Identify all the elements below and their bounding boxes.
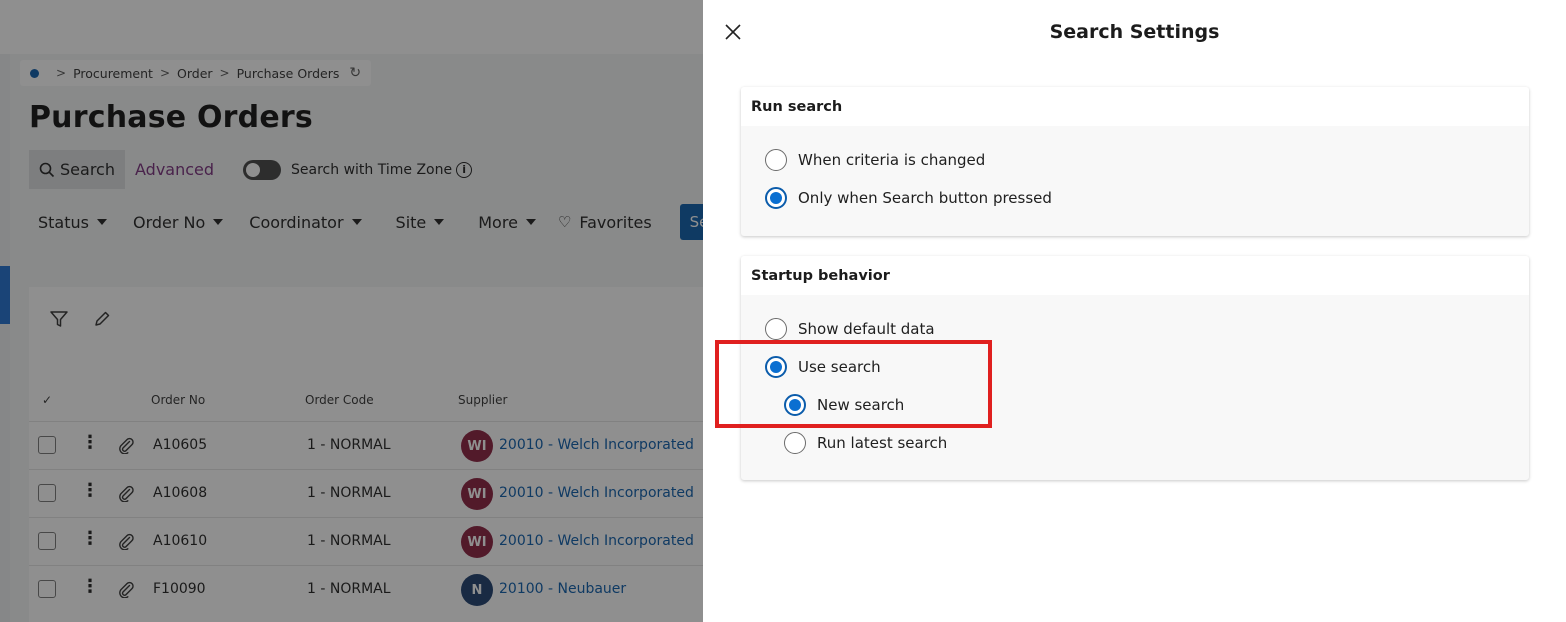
radio-label: Run latest search bbox=[817, 434, 948, 452]
run-search-section: Run search When criteria is changed Only… bbox=[741, 87, 1529, 236]
radio-label: When criteria is changed bbox=[798, 151, 986, 169]
modal-backdrop[interactable] bbox=[0, 0, 703, 622]
dialog-title: Search Settings bbox=[703, 21, 1566, 43]
startup-behavior-heading: Startup behavior bbox=[741, 256, 1529, 295]
radio-label: Use search bbox=[798, 358, 881, 376]
radio-only-search-pressed[interactable]: Only when Search button pressed bbox=[765, 187, 1052, 209]
search-settings-panel: Search Settings Run search When criteria… bbox=[703, 0, 1566, 622]
radio-label: New search bbox=[817, 396, 905, 414]
startup-behavior-section: Startup behavior Show default data Use s… bbox=[741, 256, 1529, 480]
radio-button[interactable] bbox=[765, 149, 787, 171]
radio-show-default-data[interactable]: Show default data bbox=[765, 318, 935, 340]
radio-when-criteria-changed[interactable]: When criteria is changed bbox=[765, 149, 985, 171]
run-search-heading: Run search bbox=[741, 87, 1529, 126]
radio-button-selected[interactable] bbox=[765, 356, 787, 378]
radio-button-selected[interactable] bbox=[784, 394, 806, 416]
radio-label: Only when Search button pressed bbox=[798, 189, 1052, 207]
radio-button[interactable] bbox=[784, 432, 806, 454]
radio-button[interactable] bbox=[765, 318, 787, 340]
dialog-title-text: Search Settings bbox=[1049, 21, 1220, 43]
radio-use-search[interactable]: Use search bbox=[765, 356, 881, 378]
radio-new-search[interactable]: New search bbox=[784, 394, 904, 416]
radio-run-latest-search[interactable]: Run latest search bbox=[784, 432, 947, 454]
radio-label: Show default data bbox=[798, 320, 935, 338]
radio-button-selected[interactable] bbox=[765, 187, 787, 209]
